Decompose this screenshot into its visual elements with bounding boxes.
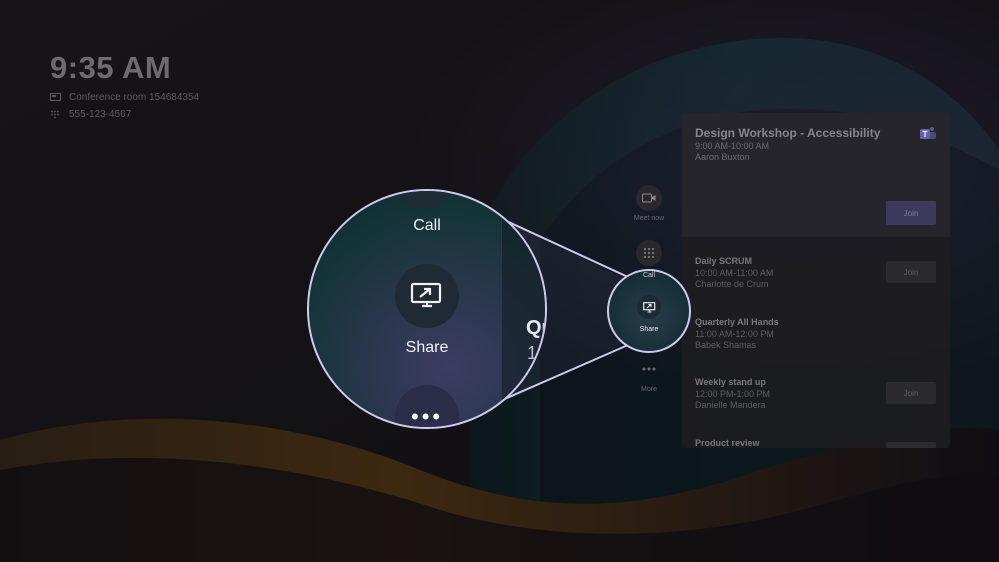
call-item[interactable]	[626, 240, 672, 266]
magnified-call-button	[394, 191, 450, 209]
share-label: Share	[639, 326, 659, 333]
dialpad-icon	[50, 110, 61, 119]
meeting-item[interactable]: Quarterly All Hands 11:00 AM-12:00 PM Ba…	[695, 317, 940, 350]
share-screen-icon	[410, 282, 442, 308]
join-button[interactable]: Join	[886, 261, 936, 283]
magnified-view: Qu 1 Call Share •••	[307, 189, 547, 429]
clock-block: 9:35 AM Conference room 154684354 555-12…	[50, 50, 199, 120]
magnified-share-label: Share	[405, 339, 449, 356]
phone-row: 555-123-4567	[50, 109, 199, 120]
meet-now-label: Meet now	[633, 215, 665, 222]
magnified-call-label: Call	[413, 217, 441, 234]
meeting-time: 11:00 AM-12:00 PM	[695, 329, 774, 339]
magnified-share-button	[395, 264, 459, 328]
featured-join-button[interactable]: Join	[886, 201, 936, 225]
featured-meeting-time: 9:00 AM-10:00 AM	[695, 141, 770, 151]
video-camera-icon	[642, 193, 656, 203]
room-display-icon	[50, 93, 61, 102]
meeting-organizer: Babek Shamas	[695, 340, 757, 350]
share-screen-icon	[642, 301, 655, 313]
share-button[interactable]	[637, 295, 661, 319]
meeting-title: Quarterly All Hands	[695, 317, 779, 327]
meet-now-button[interactable]	[636, 185, 662, 211]
join-button[interactable]: Join	[886, 382, 936, 404]
join-button[interactable]	[886, 442, 936, 448]
meet-now-item[interactable]: Meet now	[626, 185, 672, 222]
dialpad-icon	[644, 248, 654, 258]
teams-icon	[919, 126, 937, 142]
featured-meeting-card[interactable]: Design Workshop - Accessibility 9:00 AM-…	[682, 113, 950, 237]
more-item[interactable]: More	[626, 356, 672, 393]
phone-number: 555-123-4567	[69, 109, 132, 120]
call-label: Call	[642, 272, 656, 279]
magnified-panel-text: Qu	[526, 317, 545, 339]
featured-meeting-title: Design Workshop - Accessibility	[695, 126, 881, 140]
clock-time: 9:35 AM	[50, 50, 172, 85]
more-label: More	[641, 386, 657, 393]
more-dots-icon	[642, 367, 656, 371]
share-highlight[interactable]: Call Share	[607, 269, 691, 353]
more-button[interactable]	[636, 356, 662, 382]
room-name: Conference room 154684354	[69, 92, 200, 103]
room-row: Conference room 154684354	[50, 92, 199, 103]
more-dots-icon: •••	[411, 404, 444, 429]
meetings-panel: Design Workshop - Accessibility 9:00 AM-…	[682, 113, 950, 448]
featured-meeting-organizer: Aaron Buxton	[695, 152, 750, 162]
call-button[interactable]	[636, 240, 662, 266]
